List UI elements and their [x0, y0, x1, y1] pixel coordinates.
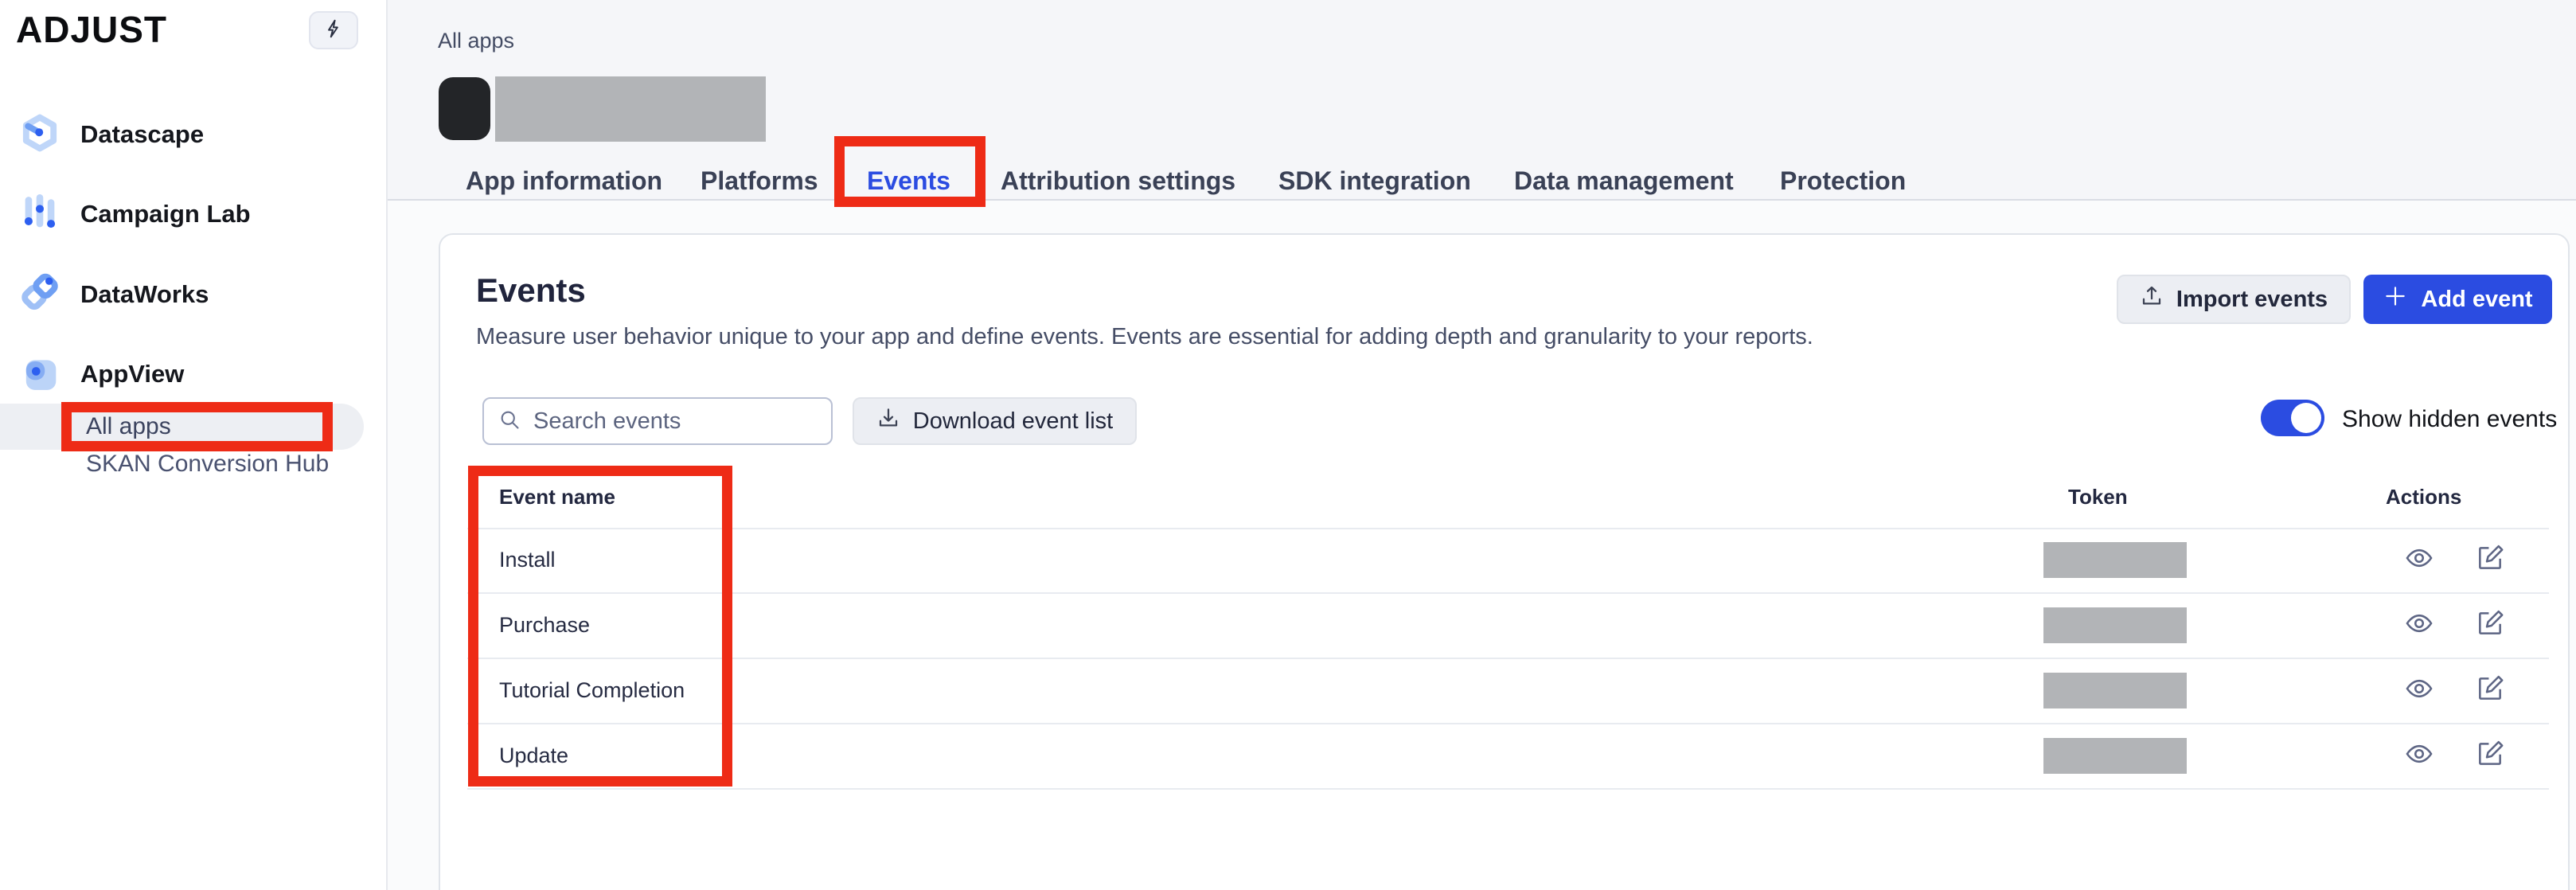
eye-icon [2404, 608, 2434, 642]
page-title: Events [476, 271, 586, 310]
page-description: Measure user behavior unique to your app… [476, 324, 1813, 350]
sidebar-item-label: Campaign Lab [80, 200, 251, 228]
row-divider [467, 592, 2549, 594]
row-divider [467, 723, 2549, 724]
show-hidden-events-label: Show hidden events [2342, 401, 2557, 438]
token-redacted-bar [2043, 607, 2187, 643]
sidebar-item-dataworks[interactable]: DataWorks [0, 272, 386, 317]
tab-data-management[interactable]: Data management [1514, 162, 1734, 199]
row-divider [467, 788, 2549, 790]
search-input[interactable] [532, 408, 817, 435]
sidebar-item-all-apps[interactable]: All apps [86, 408, 171, 445]
edit-event-button[interactable] [2473, 738, 2508, 773]
eye-icon [2404, 739, 2434, 773]
sidebar-item-label: DataWorks [80, 280, 209, 309]
row-divider [467, 658, 2549, 659]
eye-icon [2404, 673, 2434, 708]
app-icon-redacted [439, 77, 490, 140]
appview-icon [20, 353, 60, 396]
main-content: Events Measure user behavior unique to y… [386, 201, 2576, 890]
sidebar-item-datascape[interactable]: Datascape [0, 112, 386, 157]
token-redacted-bar [2043, 673, 2187, 708]
column-header-token: Token [2068, 485, 2128, 509]
add-event-label: Add event [2421, 287, 2532, 313]
download-icon [876, 406, 900, 436]
tab-protection[interactable]: Protection [1780, 162, 1906, 199]
adjust-logo: ADJUST [16, 8, 167, 51]
tab-sdk-integration[interactable]: SDK integration [1278, 162, 1471, 199]
edit-event-button[interactable] [2473, 673, 2508, 708]
app-name-redacted-bar [495, 76, 766, 142]
table-row-event-name: Purchase [499, 607, 590, 643]
tab-events-label: Events [867, 166, 950, 195]
sidebar-item-campaign-lab[interactable]: Campaign Lab [0, 192, 386, 236]
column-header-event-name: Event name [499, 485, 615, 509]
upload-icon [2140, 284, 2164, 314]
datascape-icon [20, 113, 60, 157]
view-event-button[interactable] [2402, 673, 2437, 708]
table-row-event-name: Install [499, 541, 556, 578]
view-event-button[interactable] [2402, 738, 2437, 773]
row-divider [467, 528, 2549, 529]
import-events-label: Import events [2176, 287, 2328, 313]
edit-icon [2475, 608, 2505, 642]
sidebar-item-appview[interactable]: AppView [0, 352, 386, 396]
app-header: All apps App information Platforms Event… [386, 0, 2576, 201]
edit-event-button[interactable] [2473, 607, 2508, 642]
column-header-actions: Actions [2386, 485, 2461, 509]
view-event-button[interactable] [2402, 542, 2437, 577]
edit-event-button[interactable] [2473, 542, 2508, 577]
sidebar-item-label: Datascape [80, 120, 204, 149]
edit-icon [2475, 673, 2505, 708]
dataworks-icon [20, 273, 60, 317]
tab-attribution-settings[interactable]: Attribution settings [1001, 162, 1235, 199]
token-redacted-bar [2043, 738, 2187, 774]
edit-icon [2475, 543, 2505, 577]
token-redacted-bar [2043, 542, 2187, 578]
sidebar: ADJUST Datascape [0, 0, 388, 890]
table-row-event-name: Tutorial Completion [499, 672, 685, 708]
sidebar-selected-pill [0, 404, 364, 450]
add-event-button[interactable]: Add event [2363, 275, 2552, 324]
import-events-button[interactable]: Import events [2117, 275, 2351, 324]
eye-icon [2404, 543, 2434, 577]
search-events-box [482, 397, 833, 445]
show-hidden-events-toggle[interactable] [2261, 400, 2324, 436]
view-event-button[interactable] [2402, 607, 2437, 642]
campaign-lab-icon [20, 193, 60, 236]
table-row-event-name: Update [499, 737, 568, 774]
events-card: Events Measure user behavior unique to y… [439, 233, 2570, 890]
tab-app-information[interactable]: App information [466, 162, 662, 199]
sidebar-item-label: AppView [80, 360, 184, 388]
toggle-knob [2291, 403, 2321, 433]
adjust-dashboard: ADJUST Datascape [0, 0, 2576, 890]
edit-icon [2475, 739, 2505, 773]
plus-icon [2383, 283, 2408, 315]
download-event-list-label: Download event list [913, 408, 1113, 435]
lightning-icon [323, 18, 344, 43]
quick-actions-button[interactable] [309, 11, 358, 49]
sidebar-item-skan-conversion-hub[interactable]: SKAN Conversion Hub [86, 446, 329, 482]
breadcrumb[interactable]: All apps [438, 29, 514, 53]
tab-platforms[interactable]: Platforms [701, 162, 818, 199]
search-icon [498, 408, 521, 435]
tab-events[interactable]: Events [867, 162, 950, 199]
download-event-list-button[interactable]: Download event list [853, 397, 1137, 445]
